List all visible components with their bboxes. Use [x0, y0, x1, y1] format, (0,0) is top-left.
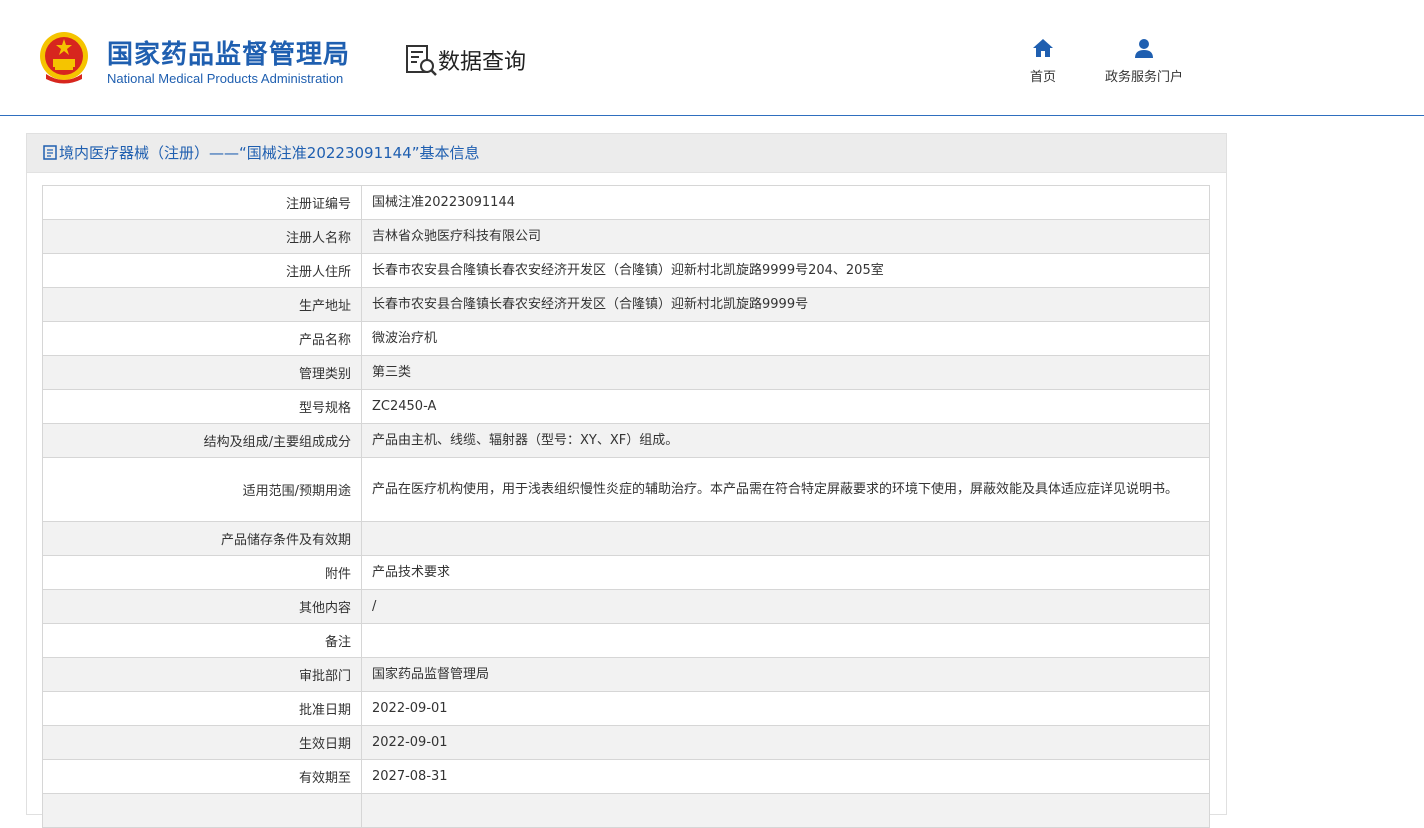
table-row: 注册人住所 长春市农安县合隆镇长春农安经济开发区（合隆镇）迎新村北凯旋路9999… — [42, 253, 1210, 288]
row-label: 审批部门 — [42, 657, 362, 692]
row-value: 2022-09-01 — [361, 725, 1210, 760]
row-value: 2022-09-01 — [361, 691, 1210, 726]
detail-panel: 境内医疗器械（注册）——“国械注准20223091144”基本信息 注册证编号 … — [26, 133, 1227, 828]
table-row: 结构及组成/主要组成成分 产品由主机、线缆、辐射器（型号：XY、XF）组成。 — [42, 423, 1210, 458]
registration-info-table: 注册证编号 国械注准20223091144 注册人名称 吉林省众驰医疗科技有限公… — [42, 185, 1210, 828]
row-value: 国械注准20223091144 — [361, 185, 1210, 220]
table-row: 附件 产品技术要求 — [42, 555, 1210, 590]
document-icon — [43, 145, 57, 160]
site-header: 国家药品监督管理局 National Medical Products Admi… — [0, 0, 1424, 116]
row-value: 长春市农安县合隆镇长春农安经济开发区（合隆镇）迎新村北凯旋路9999号204、2… — [361, 253, 1210, 288]
row-value: 产品由主机、线缆、辐射器（型号：XY、XF）组成。 — [361, 423, 1210, 458]
table-row: 备注 — [42, 623, 1210, 658]
row-value — [361, 521, 1210, 556]
section-title: 数据查询 — [438, 50, 527, 75]
nav-gov-portal[interactable]: 政务服务门户 — [1096, 36, 1192, 85]
panel-title: 境内医疗器械（注册）——“国械注准20223091144”基本信息 — [27, 134, 1226, 173]
table-row: 产品名称 微波治疗机 — [42, 321, 1210, 356]
table-row: 注册证编号 国械注准20223091144 — [42, 185, 1210, 220]
table-row: 生效日期 2022-09-01 — [42, 725, 1210, 760]
org-name-en: National Medical Products Administration — [107, 71, 344, 86]
row-label: 备注 — [42, 623, 362, 658]
row-label: 产品储存条件及有效期 — [42, 521, 362, 556]
user-icon — [1135, 39, 1153, 58]
row-value: 第三类 — [361, 355, 1210, 390]
row-label: 产品名称 — [42, 321, 362, 356]
row-label: 附件 — [42, 555, 362, 590]
org-name-cn: 国家药品监督管理局 — [107, 40, 351, 70]
nav-home-label: 首页 — [1029, 70, 1056, 85]
row-label — [42, 793, 362, 828]
row-value: 微波治疗机 — [361, 321, 1210, 356]
table-row: 注册人名称 吉林省众驰医疗科技有限公司 — [42, 219, 1210, 254]
row-value: 2027-08-31 — [361, 759, 1210, 794]
table-row: 生产地址 长春市农安县合隆镇长春农安经济开发区（合隆镇）迎新村北凯旋路9999号 — [42, 287, 1210, 322]
row-label: 生产地址 — [42, 287, 362, 322]
row-value: 产品在医疗机构使用，用于浅表组织慢性炎症的辅助治疗。本产品需在符合特定屏蔽要求的… — [361, 457, 1210, 522]
row-label: 注册人住所 — [42, 253, 362, 288]
table-row: 型号规格 ZC2450-A — [42, 389, 1210, 424]
nav-gov-portal-label: 政务服务门户 — [1104, 70, 1183, 85]
table-row: 其他内容 / — [42, 589, 1210, 624]
row-label: 结构及组成/主要组成成分 — [42, 423, 362, 458]
row-label: 生效日期 — [42, 725, 362, 760]
row-label: 批准日期 — [42, 691, 362, 726]
table-row: 审批部门 国家药品监督管理局 — [42, 657, 1210, 692]
row-label: 注册证编号 — [42, 185, 362, 220]
row-label: 管理类别 — [42, 355, 362, 390]
document-search-icon — [406, 45, 437, 76]
row-value: 国家药品监督管理局 — [361, 657, 1210, 692]
row-label: 其他内容 — [42, 589, 362, 624]
nav-home[interactable]: 首页 — [1020, 36, 1066, 85]
row-value — [361, 623, 1210, 658]
row-label: 有效期至 — [42, 759, 362, 794]
row-value: / — [361, 589, 1210, 624]
table-row: 批准日期 2022-09-01 — [42, 691, 1210, 726]
row-label: 适用范围/预期用途 — [42, 457, 362, 522]
national-emblem-icon — [40, 32, 88, 84]
table-row: 有效期至 2027-08-31 — [42, 759, 1210, 794]
row-value: ZC2450-A — [361, 389, 1210, 424]
row-label: 型号规格 — [42, 389, 362, 424]
row-value: 吉林省众驰医疗科技有限公司 — [361, 219, 1210, 254]
table-row: 产品储存条件及有效期 — [42, 521, 1210, 556]
table-row: 适用范围/预期用途 产品在医疗机构使用，用于浅表组织慢性炎症的辅助治疗。本产品需… — [42, 457, 1210, 522]
row-value: 产品技术要求 — [361, 555, 1210, 590]
table-row — [42, 793, 1210, 828]
row-value: 长春市农安县合隆镇长春农安经济开发区（合隆镇）迎新村北凯旋路9999号 — [361, 287, 1210, 322]
home-icon — [1033, 39, 1053, 57]
table-row: 管理类别 第三类 — [42, 355, 1210, 390]
row-value — [361, 793, 1210, 828]
row-label: 注册人名称 — [42, 219, 362, 254]
panel-title-text: 境内医疗器械（注册）——“国械注准20223091144”基本信息 — [59, 144, 480, 162]
